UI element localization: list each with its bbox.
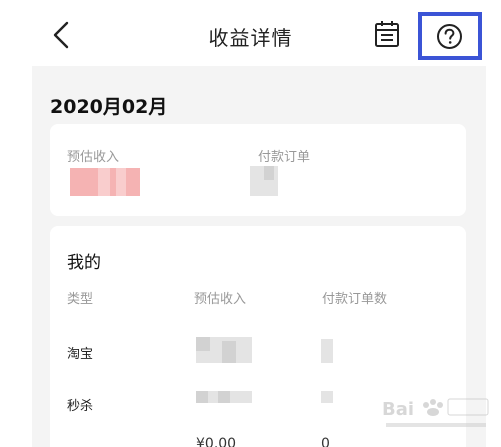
partial-row-orders: 0 bbox=[321, 436, 330, 447]
help-button[interactable] bbox=[418, 12, 482, 60]
seckill-orders-blurred bbox=[321, 391, 333, 403]
seckill-income-blurred bbox=[196, 391, 252, 403]
paid-orders-label: 付款订单 bbox=[258, 150, 311, 165]
taobao-income-blurred bbox=[196, 337, 252, 363]
estimated-income-value-blurred bbox=[70, 168, 140, 196]
svg-text:Bai: Bai bbox=[382, 399, 414, 420]
row-label-seckill: 秒杀 bbox=[67, 399, 94, 414]
partial-row-income: ¥0.00 bbox=[196, 436, 237, 447]
my-section-title: 我的 bbox=[67, 253, 101, 273]
top-navigation-bar: 收益详情 bbox=[0, 0, 501, 66]
question-circle-icon bbox=[437, 24, 462, 49]
taobao-orders-blurred bbox=[321, 339, 333, 363]
column-header-type: 类型 bbox=[67, 292, 94, 307]
month-heading[interactable]: 2020月02月 bbox=[50, 92, 167, 119]
column-header-estimated-income: 预估收入 bbox=[194, 292, 247, 307]
row-label-taobao: 淘宝 bbox=[67, 347, 94, 362]
calendar-list-icon[interactable] bbox=[374, 20, 400, 48]
summary-card: 预估收入 付款订单 bbox=[50, 124, 466, 216]
baidu-jingyan-watermark: Bai bbox=[382, 398, 489, 427]
estimated-income-label: 预估收入 bbox=[67, 150, 120, 165]
paid-orders-value-blurred bbox=[250, 166, 278, 196]
column-header-paid-orders: 付款订单数 bbox=[322, 292, 388, 307]
earnings-content: 2020月02月 预估收入 付款订单 我的 类型 预估收入 付款订单数 淘宝 秒… bbox=[32, 66, 486, 447]
